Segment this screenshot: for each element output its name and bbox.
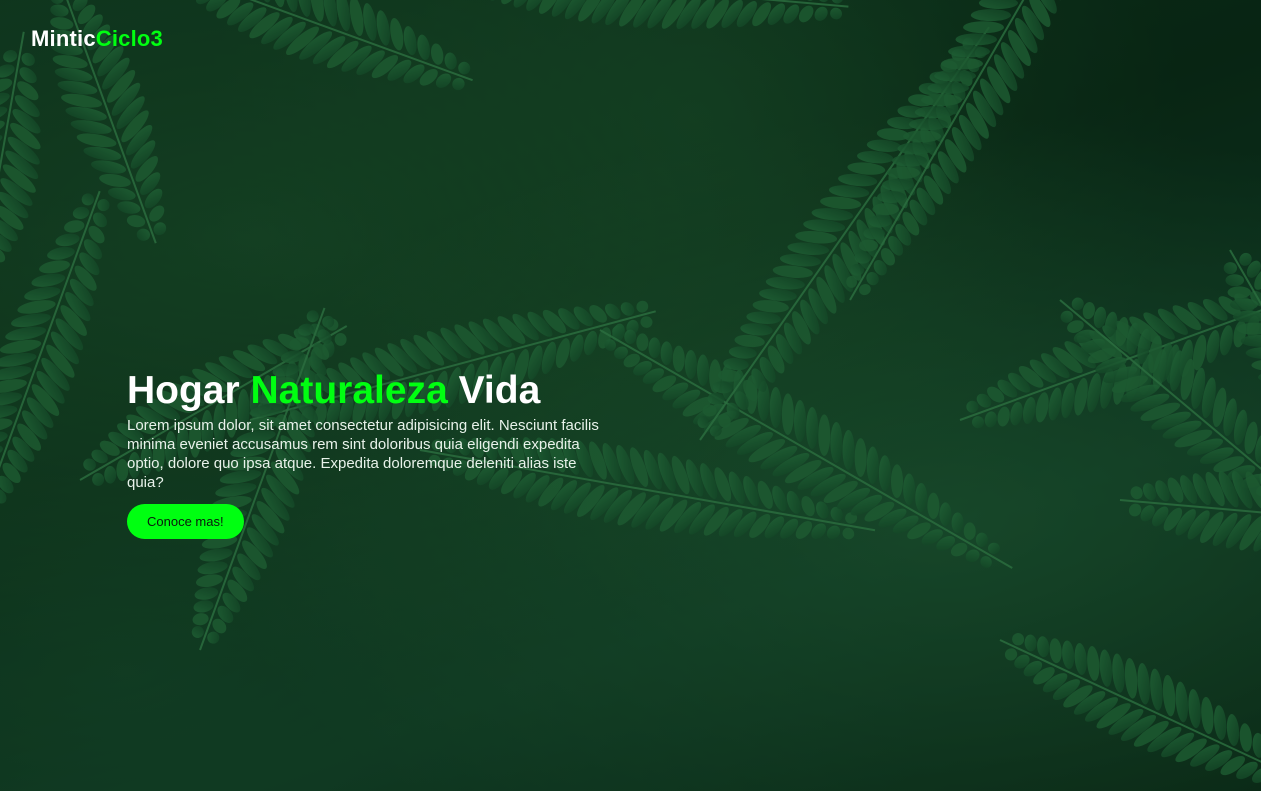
hero-title: Hogar Naturaleza Vida — [127, 368, 617, 414]
hero-title-part1: Hogar — [127, 369, 251, 412]
brand-logo[interactable]: MinticCiclo3 — [31, 26, 163, 52]
hero-title-highlight: Naturaleza — [250, 369, 448, 412]
brand-name-part1: Mintic — [31, 26, 96, 51]
hero-title-part3: Vida — [447, 369, 541, 412]
learn-more-button[interactable]: Conoce mas! — [127, 504, 244, 539]
hero-description: Lorem ipsum dolor, sit amet consectetur … — [127, 417, 599, 491]
hero-content: Hogar Naturaleza Vida Lorem ipsum dolor,… — [127, 368, 617, 539]
brand-name-part2: Ciclo3 — [95, 26, 163, 51]
hero-section: MinticCiclo3 Hogar Naturaleza Vida Lorem… — [0, 0, 1261, 791]
